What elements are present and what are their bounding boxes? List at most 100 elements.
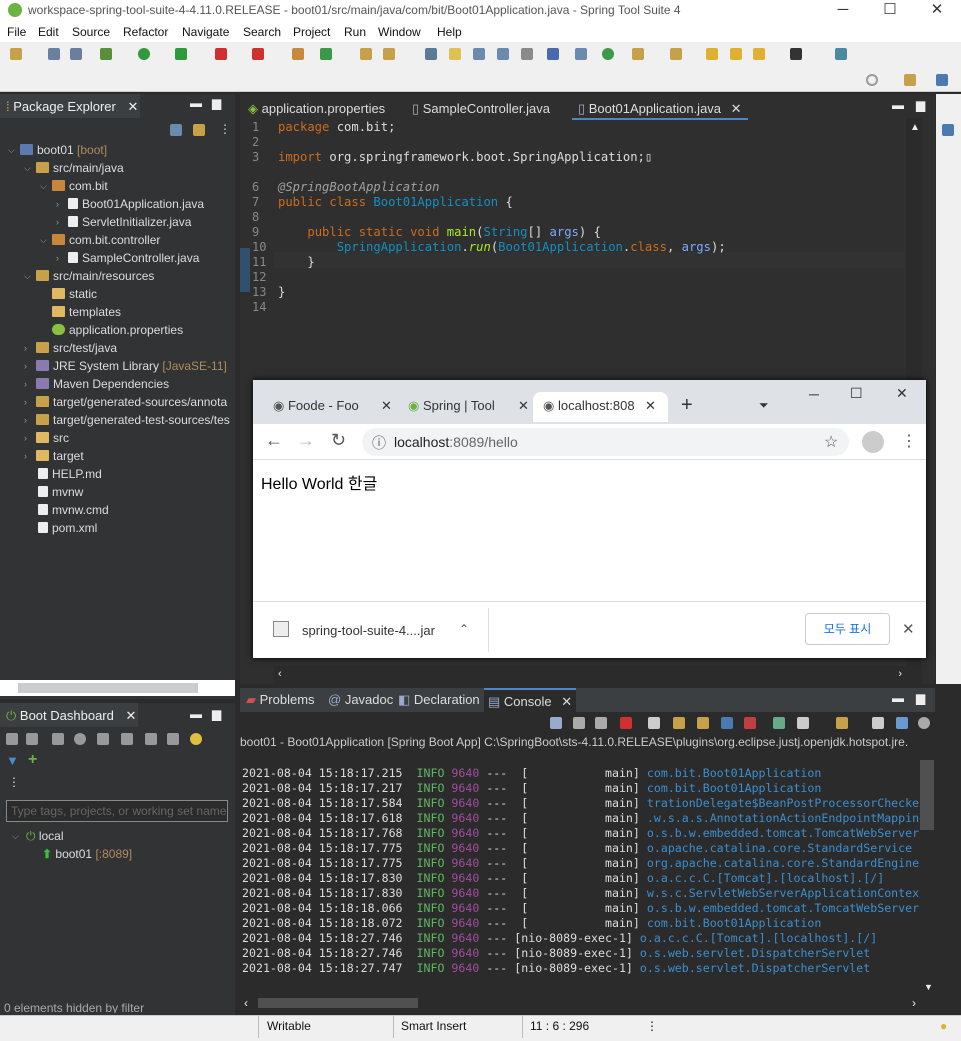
debug-icon[interactable] bbox=[100, 48, 112, 60]
browser-tab-foode[interactable]: ◉ Foode - Foo ✕ bbox=[273, 392, 398, 422]
menu-help[interactable]: Help bbox=[437, 25, 462, 39]
find-icon[interactable] bbox=[896, 717, 908, 729]
run-icon[interactable] bbox=[138, 48, 150, 60]
forward-history-icon[interactable] bbox=[730, 48, 742, 60]
minimize-view-icon[interactable]: ▬ bbox=[190, 707, 202, 721]
tree-item-generated-test-sources[interactable]: › target/generated-test-sources/tes bbox=[24, 411, 230, 429]
tree-item-mvnw[interactable]: mvnw bbox=[38, 483, 83, 501]
edit-icon[interactable] bbox=[145, 733, 157, 745]
tree-item-mvnw-cmd[interactable]: mvnw.cmd bbox=[38, 501, 109, 519]
brush-icon[interactable] bbox=[383, 48, 395, 60]
console-icon[interactable] bbox=[97, 733, 109, 745]
properties-icon[interactable] bbox=[167, 733, 179, 745]
clear-console-icon[interactable] bbox=[648, 717, 660, 729]
tree-item-src-main-java[interactable]: ⌵ src/main/java bbox=[24, 159, 124, 177]
tree-item-package-com-bit[interactable]: ⌵ com.bit bbox=[40, 177, 108, 195]
tip-icon[interactable] bbox=[190, 733, 202, 745]
toggle-icon[interactable] bbox=[425, 48, 437, 60]
show-all-downloads-button[interactable]: 모두 표시 bbox=[805, 613, 890, 645]
pilcrow-icon[interactable] bbox=[521, 48, 533, 60]
minimize-editor-icon[interactable]: ▬ bbox=[892, 98, 904, 112]
browser-menu-icon[interactable]: ⋮ bbox=[901, 431, 917, 451]
save-icon[interactable] bbox=[48, 48, 60, 60]
boot-dashboard-tab[interactable]: ⏻ Boot Dashboard ✕ bbox=[0, 703, 138, 727]
open-browser-icon[interactable] bbox=[74, 733, 86, 745]
start-icon[interactable] bbox=[6, 733, 18, 745]
console-view-icon[interactable] bbox=[835, 48, 847, 60]
open-type-icon[interactable] bbox=[292, 48, 304, 60]
stop-app-icon[interactable] bbox=[52, 733, 64, 745]
new-icon[interactable] bbox=[10, 48, 22, 60]
word-wrap-icon[interactable] bbox=[697, 717, 709, 729]
menu-search[interactable]: Search bbox=[243, 25, 281, 39]
reload-icon[interactable]: ↻ bbox=[331, 430, 346, 451]
new-class-icon[interactable] bbox=[320, 48, 332, 60]
scroll-right-icon[interactable]: › bbox=[898, 668, 902, 680]
scrollbar-thumb[interactable] bbox=[18, 683, 198, 693]
scroll-left-icon[interactable]: ‹ bbox=[244, 996, 248, 1010]
tab-boot01application[interactable]: ▯ Boot01Application.java ✕ bbox=[572, 98, 748, 120]
scroll-down-icon[interactable]: ▼ bbox=[924, 982, 933, 992]
horizontal-scrollbar[interactable] bbox=[0, 680, 235, 696]
maximize-view-icon[interactable]: ▆ bbox=[212, 707, 221, 721]
save-all-icon[interactable] bbox=[70, 48, 82, 60]
download-chevron-icon[interactable]: ⌃ bbox=[459, 622, 469, 636]
tab-problems[interactable]: ▰ Problems bbox=[242, 688, 319, 712]
link-editor-icon[interactable] bbox=[193, 124, 205, 136]
forward-arrow-icon[interactable]: → bbox=[297, 430, 315, 451]
back-icon[interactable] bbox=[753, 48, 765, 60]
tree-item-src-test-java[interactable]: › src/test/java bbox=[24, 339, 117, 357]
browser-tab-localhost[interactable]: ◉ localhost:808 ✕ bbox=[533, 392, 668, 422]
outline-view-icon[interactable] bbox=[942, 124, 954, 136]
back-history-icon[interactable] bbox=[706, 48, 718, 60]
browser-tab-spring[interactable]: ◉ Spring | Tool ✕ bbox=[408, 392, 533, 422]
open-folder-icon[interactable] bbox=[360, 48, 372, 60]
menu-refactor[interactable]: Refactor bbox=[123, 25, 168, 39]
url-input[interactable]: ⓘ localhost:8089/hello ☆ bbox=[362, 428, 849, 456]
tab-declaration[interactable]: ◧ Declaration bbox=[394, 688, 484, 712]
tab-search-icon[interactable]: ⏷ bbox=[759, 398, 769, 413]
maximize-view-icon[interactable]: ▆ bbox=[916, 691, 925, 705]
settings-gear-icon[interactable] bbox=[918, 717, 930, 729]
tree-item-boot01application[interactable]: › Boot01Application.java bbox=[56, 195, 204, 213]
tree-item-boot01[interactable]: ⌵ boot01 [boot] bbox=[8, 141, 107, 159]
tree-item-servletinitializer[interactable]: › ServletInitializer.java bbox=[56, 213, 191, 231]
sync-icon[interactable] bbox=[550, 717, 562, 729]
status-menu-icon[interactable]: ⋮ bbox=[646, 1019, 658, 1033]
browser-minimize-button[interactable]: ─ bbox=[809, 386, 819, 402]
profile-avatar-icon[interactable] bbox=[862, 431, 884, 453]
link-icon[interactable] bbox=[121, 733, 133, 745]
browser-maximize-button[interactable]: ☐ bbox=[850, 385, 863, 402]
block-select-icon[interactable] bbox=[473, 48, 485, 60]
menu-run[interactable]: Run bbox=[344, 25, 366, 39]
tree-item-boot01-app[interactable]: ⬆ boot01 [:8089] bbox=[42, 845, 132, 863]
remove-launch-icon[interactable] bbox=[573, 717, 585, 729]
tree-item-local[interactable]: ⌵ ⏻ local bbox=[12, 827, 64, 845]
outline-icon[interactable] bbox=[547, 48, 559, 60]
stop-icon[interactable] bbox=[215, 48, 227, 60]
tree-item-static[interactable]: static bbox=[52, 285, 97, 303]
pin-console-icon[interactable] bbox=[773, 717, 785, 729]
package-explorer-tab[interactable]: ⁞ Package Explorer ✕ bbox=[0, 94, 140, 118]
whitespace-icon[interactable] bbox=[497, 48, 509, 60]
remove-all-icon[interactable] bbox=[595, 717, 607, 729]
tab-close-icon[interactable]: ✕ bbox=[518, 398, 529, 414]
open-console-icon[interactable] bbox=[836, 717, 848, 729]
close-tab-icon[interactable]: ✕ bbox=[731, 101, 742, 116]
tab-application-properties[interactable]: ◈ application.properties bbox=[242, 98, 391, 120]
relaunch-icon[interactable] bbox=[252, 48, 264, 60]
bookmark-star-icon[interactable]: ☆ bbox=[824, 432, 838, 452]
tree-item-src[interactable]: › src bbox=[24, 429, 69, 447]
display-console-icon[interactable] bbox=[797, 717, 809, 729]
tree-item-target[interactable]: › target bbox=[24, 447, 84, 465]
tree-item-package-controller[interactable]: ⌵ com.bit.controller bbox=[40, 231, 160, 249]
tree-item-jre-library[interactable]: › JRE System Library [JavaSE-11] bbox=[24, 357, 227, 375]
tree-item-src-main-resources[interactable]: ⌵ src/main/resources bbox=[24, 267, 154, 285]
tab-console[interactable]: ▤ Console ✕ bbox=[484, 688, 577, 712]
terminate-icon[interactable] bbox=[620, 717, 632, 729]
scrollbar-thumb[interactable] bbox=[920, 760, 934, 830]
view-menu-icon[interactable]: ⋮ bbox=[219, 122, 231, 136]
tree-item-application-properties[interactable]: application.properties bbox=[52, 321, 183, 339]
scroll-lock-icon[interactable] bbox=[673, 717, 685, 729]
download-filename[interactable]: spring-tool-suite-4....jar bbox=[302, 623, 435, 638]
